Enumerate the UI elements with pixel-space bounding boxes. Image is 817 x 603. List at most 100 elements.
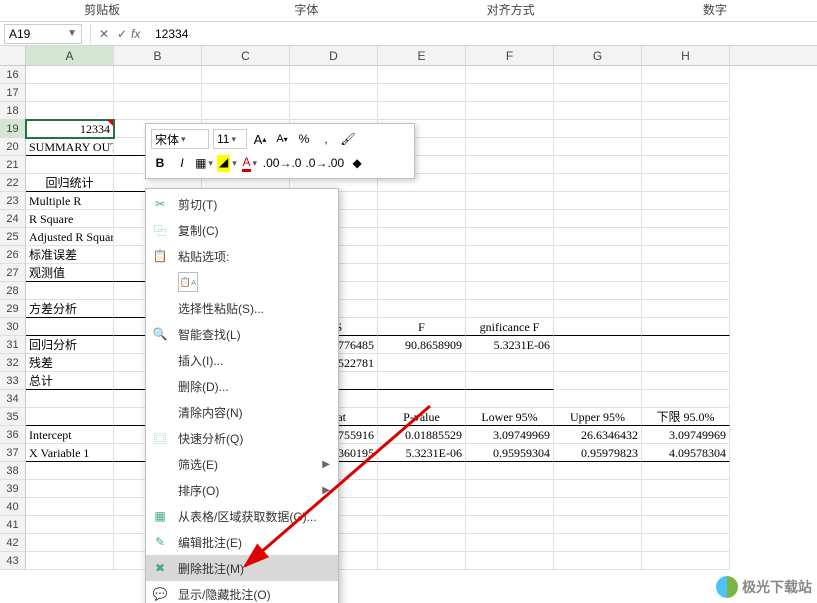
cell[interactable] xyxy=(26,318,114,336)
formula-input[interactable]: 12334 xyxy=(149,27,817,41)
menu-clear[interactable]: 清除内容(N) xyxy=(146,399,338,425)
row-header[interactable]: 38 xyxy=(0,462,26,480)
cell[interactable]: Upper 95% xyxy=(554,408,642,426)
cell[interactable]: R Square xyxy=(26,210,114,228)
cell[interactable]: 0.01885529 xyxy=(378,426,466,444)
select-all-corner[interactable] xyxy=(0,46,26,65)
cell[interactable] xyxy=(466,300,554,318)
cell[interactable] xyxy=(378,516,466,534)
cell[interactable] xyxy=(202,102,290,120)
cell[interactable] xyxy=(466,138,554,156)
fx-icon[interactable]: fx xyxy=(131,27,149,41)
col-header-e[interactable]: E xyxy=(378,46,466,65)
row-header[interactable]: 18 xyxy=(0,102,26,120)
cell[interactable] xyxy=(554,174,642,192)
cell[interactable] xyxy=(466,120,554,138)
cell[interactable] xyxy=(466,66,554,84)
menu-sort[interactable]: 排序(O)▶ xyxy=(146,477,338,503)
cell[interactable] xyxy=(642,84,730,102)
cell[interactable] xyxy=(642,534,730,552)
cell[interactable] xyxy=(554,336,642,354)
cell[interactable] xyxy=(642,192,730,210)
italic-icon[interactable]: I xyxy=(173,153,191,173)
cell[interactable] xyxy=(26,156,114,174)
cell[interactable] xyxy=(642,156,730,174)
col-header-f[interactable]: F xyxy=(466,46,554,65)
cell[interactable]: SUMMARY OUTPUT xyxy=(26,138,114,156)
cell[interactable] xyxy=(466,264,554,282)
name-box-dropdown-icon[interactable]: ▼ xyxy=(67,28,77,39)
cell[interactable] xyxy=(378,498,466,516)
cell[interactable] xyxy=(466,354,554,372)
row-header[interactable]: 19 xyxy=(0,120,26,138)
cell[interactable] xyxy=(642,66,730,84)
row-header[interactable]: 29 xyxy=(0,300,26,318)
cell[interactable] xyxy=(466,192,554,210)
cell[interactable] xyxy=(378,192,466,210)
row-header[interactable]: 26 xyxy=(0,246,26,264)
col-header-c[interactable]: C xyxy=(202,46,290,65)
cell[interactable] xyxy=(378,246,466,264)
cell[interactable] xyxy=(642,318,730,336)
cell[interactable] xyxy=(642,390,730,408)
row-header[interactable]: 31 xyxy=(0,336,26,354)
cell[interactable]: gnificance F xyxy=(466,318,554,336)
cell[interactable] xyxy=(26,66,114,84)
cell[interactable] xyxy=(378,534,466,552)
cell[interactable]: 方差分析 xyxy=(26,300,114,318)
cell[interactable]: 5.3231E-06 xyxy=(378,444,466,462)
cell[interactable] xyxy=(26,408,114,426)
name-box[interactable]: A19 ▼ xyxy=(4,24,82,44)
increase-decimal-icon[interactable]: .0→.00 xyxy=(305,153,344,173)
cell[interactable]: 回归统计 xyxy=(26,174,114,192)
cell[interactable] xyxy=(554,210,642,228)
row-header[interactable]: 28 xyxy=(0,282,26,300)
cell[interactable] xyxy=(554,84,642,102)
cell[interactable]: Intercept xyxy=(26,426,114,444)
cell[interactable] xyxy=(554,120,642,138)
cell[interactable] xyxy=(554,138,642,156)
cell[interactable] xyxy=(554,66,642,84)
cell[interactable] xyxy=(466,174,554,192)
col-header-a[interactable]: A xyxy=(26,46,114,65)
cell[interactable] xyxy=(554,462,642,480)
cell[interactable] xyxy=(378,354,466,372)
cell[interactable]: 3.09749969 xyxy=(642,426,730,444)
cell[interactable] xyxy=(466,156,554,174)
cell[interactable] xyxy=(26,516,114,534)
cell[interactable] xyxy=(642,552,730,570)
cell[interactable] xyxy=(642,264,730,282)
fill-color-icon[interactable]: ◢▾ xyxy=(217,153,237,173)
cell[interactable] xyxy=(554,354,642,372)
cell[interactable] xyxy=(642,462,730,480)
row-header[interactable]: 22 xyxy=(0,174,26,192)
cell[interactable] xyxy=(642,210,730,228)
cell[interactable]: 残差 xyxy=(26,354,114,372)
menu-smart-lookup[interactable]: 🔍智能查找(L) xyxy=(146,321,338,347)
col-header-h[interactable]: H xyxy=(642,46,730,65)
cell[interactable] xyxy=(466,534,554,552)
cell[interactable]: Adjusted R Square xyxy=(26,228,114,246)
cell[interactable] xyxy=(378,264,466,282)
cell[interactable] xyxy=(642,516,730,534)
cell[interactable] xyxy=(466,372,554,390)
cell[interactable] xyxy=(554,102,642,120)
row-header[interactable]: 30 xyxy=(0,318,26,336)
font-color-icon[interactable]: A▾ xyxy=(241,153,259,173)
menu-from-table[interactable]: ▦从表格/区域获取数据(G)... xyxy=(146,503,338,529)
cell[interactable] xyxy=(378,102,466,120)
cell[interactable]: F xyxy=(378,318,466,336)
cell[interactable] xyxy=(378,210,466,228)
cell[interactable] xyxy=(26,498,114,516)
decrease-decimal-icon[interactable]: .00→.0 xyxy=(263,153,302,173)
cell[interactable]: 0.95959304 xyxy=(466,444,554,462)
cell[interactable]: 回归分析 xyxy=(26,336,114,354)
cell[interactable]: X Variable 1 xyxy=(26,444,114,462)
cell[interactable] xyxy=(554,300,642,318)
cell[interactable] xyxy=(202,84,290,102)
cell[interactable] xyxy=(554,372,642,390)
cell[interactable] xyxy=(290,84,378,102)
cell[interactable] xyxy=(642,246,730,264)
row-header[interactable]: 21 xyxy=(0,156,26,174)
cell[interactable] xyxy=(642,102,730,120)
